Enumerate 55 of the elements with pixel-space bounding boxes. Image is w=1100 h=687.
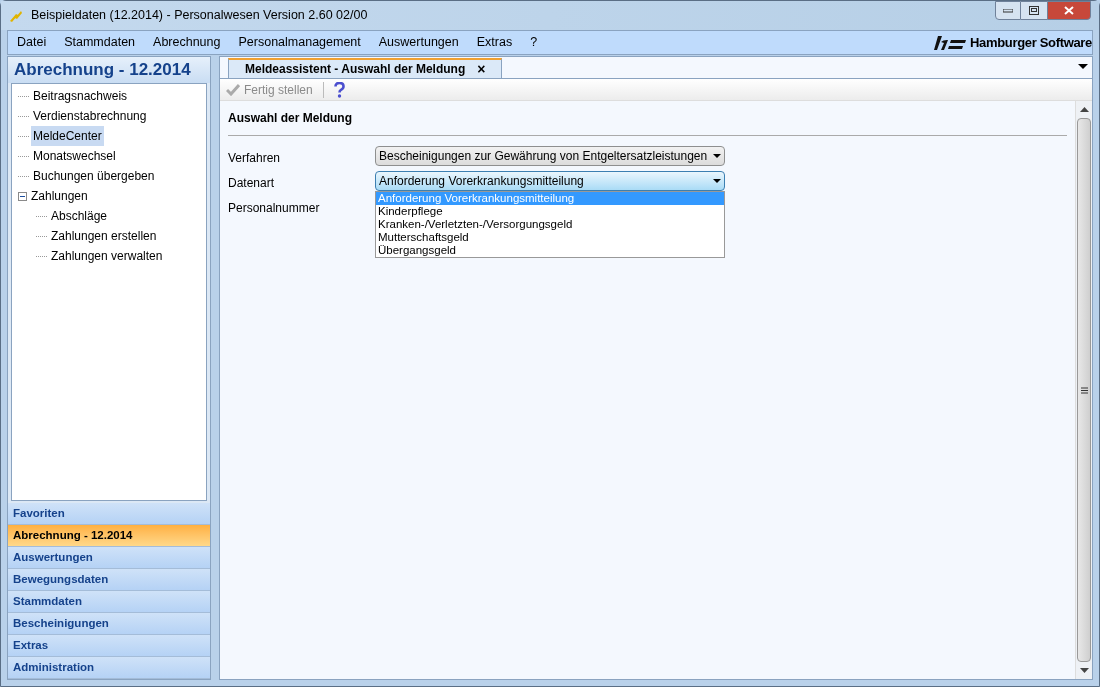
nav-button[interactable]: Administration [8, 657, 210, 679]
scroll-thumb[interactable] [1077, 118, 1091, 662]
scrollbar[interactable] [1075, 101, 1092, 679]
menu-item[interactable]: Datei [8, 31, 56, 54]
minimize-icon [1003, 8, 1013, 13]
field-label: Personalnummer [228, 200, 321, 217]
dropdown-icon[interactable] [1078, 64, 1088, 70]
nav-button[interactable]: Bewegungsdaten [8, 569, 210, 591]
caret-icon [713, 179, 721, 183]
tree-item[interactable]: Zahlungen [29, 186, 90, 206]
close-icon [1064, 6, 1074, 15]
window-title: Beispieldaten (12.2014) - Personalwesen Version 2.60 02/00 [31, 7, 368, 25]
nav-button[interactable]: Bescheinigungen [8, 613, 210, 635]
nav-button[interactable]: Extras [8, 635, 210, 657]
tree-item[interactable]: Beitragsnachweis [31, 86, 130, 106]
field-label: Verfahren [228, 150, 282, 167]
logo-text: Hamburger Software [970, 33, 1092, 52]
close-button[interactable] [1047, 1, 1091, 20]
collapse-icon[interactable] [18, 191, 27, 201]
close-tab-button[interactable]: × [477, 58, 486, 80]
maximize-button[interactable] [1021, 1, 1047, 20]
dropdown-option[interactable]: Kranken-/Verletzten-/Versorgungsgeld [376, 218, 724, 231]
tree-item[interactable]: Verdienstabrechnung [31, 106, 149, 126]
caret-icon [713, 154, 721, 158]
scroll-down-icon[interactable] [1079, 668, 1089, 673]
menu-item[interactable]: Abrechnung [144, 31, 230, 54]
scroll-up-icon[interactable] [1079, 107, 1089, 112]
checkmark-icon [226, 83, 240, 96]
section-title: Auswahl der Meldung [228, 110, 353, 127]
logo-icon [934, 35, 966, 50]
dropdown[interactable]: Bescheinigungen zur Gewährung von Entgeltersatzleistungen [375, 146, 725, 166]
dropdown[interactable]: Anforderung Vorerkrankungsmitteilung [375, 171, 725, 191]
nav-button[interactable]: Favoriten [8, 503, 210, 525]
menu-item[interactable]: Auswertungen [369, 31, 468, 54]
maximize-icon [1029, 6, 1039, 15]
nav-button[interactable]: Auswertungen [8, 547, 210, 569]
tree-item[interactable]: Buchungen übergeben [31, 166, 157, 186]
dropdown-option[interactable]: Mutterschaftsgeld [376, 231, 724, 244]
nav-button[interactable]: Stammdaten [8, 591, 210, 613]
panel-title: Abrechnung - 12.2014 [8, 57, 210, 83]
tree-item[interactable]: Zahlungen erstellen [49, 226, 159, 246]
menu-item[interactable]: Stammdaten [55, 31, 145, 54]
field-label: Datenart [228, 175, 276, 192]
menu-item[interactable]: Personalmanagement [229, 31, 370, 54]
tab[interactable]: Meldeassistent - Auswahl der Meldung × [228, 58, 503, 78]
tree-item[interactable]: MeldeCenter [31, 126, 104, 146]
dropdown-option[interactable]: Kinderpflege [376, 205, 724, 218]
tree-item[interactable]: Abschläge [49, 206, 110, 226]
tree-item[interactable]: Monatswechsel [31, 146, 118, 166]
menu-item[interactable]: ? [521, 31, 547, 54]
dropdown-option[interactable]: Übergangsgeld [376, 244, 724, 257]
menu-item[interactable]: Extras [467, 31, 522, 54]
nav-button[interactable]: Abrechnung - 12.2014 [8, 525, 210, 547]
tree-item[interactable]: Zahlungen verwalten [49, 246, 165, 266]
help-icon[interactable] [333, 81, 345, 98]
